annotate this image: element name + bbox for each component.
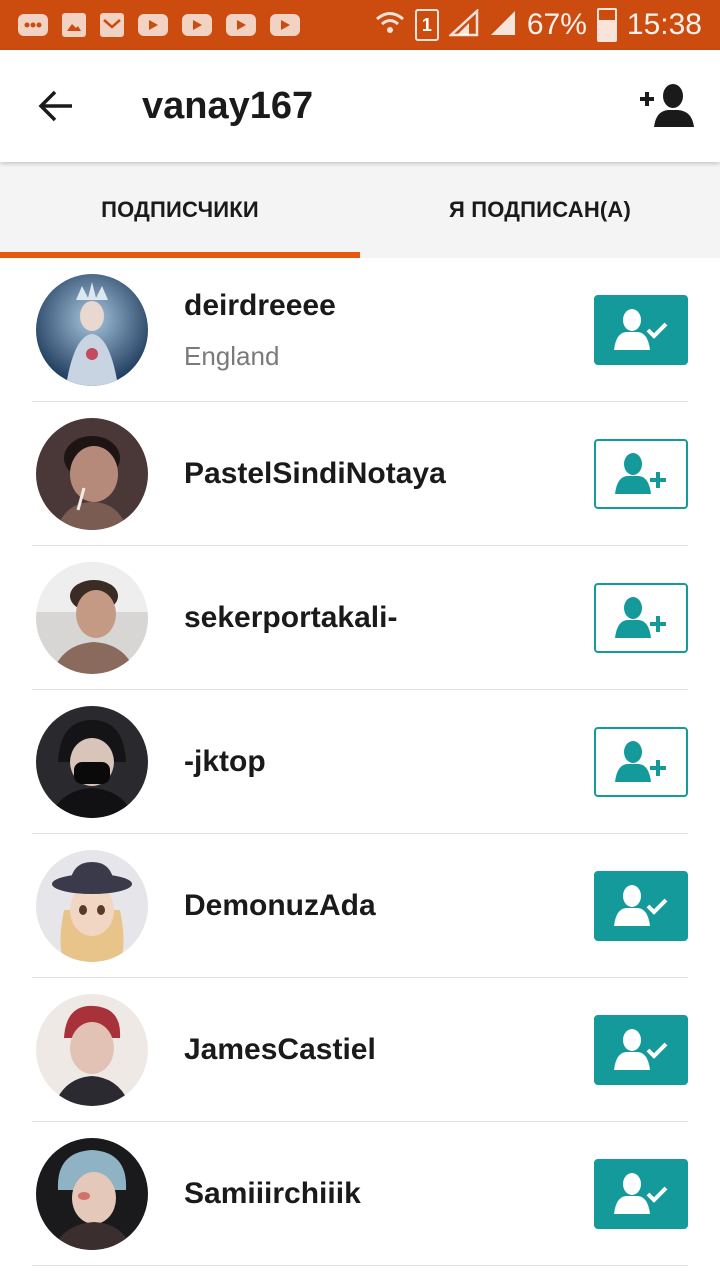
username[interactable]: deirdreeee <box>184 289 336 323</box>
user-info: JamesCastiel <box>184 1033 376 1067</box>
avatar[interactable] <box>36 562 148 674</box>
username[interactable]: sekerportakali- <box>184 601 397 635</box>
list-item[interactable]: PastelSindiNotaya <box>0 402 720 546</box>
status-bar: 1 67% 15:38 <box>0 0 720 50</box>
battery-percent: 67% <box>526 8 587 41</box>
avatar[interactable] <box>36 994 148 1106</box>
tab-following[interactable]: Я ПОДПИСАН(А) <box>360 162 720 258</box>
follow-button[interactable] <box>594 439 688 509</box>
list-item[interactable]: DemonuzAda <box>0 834 720 978</box>
user-plus-icon <box>615 741 666 782</box>
youtube-icon <box>270 14 300 36</box>
user-info: deirdreeee England <box>184 289 336 372</box>
username[interactable]: -jktop <box>184 745 266 779</box>
follow-button[interactable] <box>594 727 688 797</box>
user-info: PastelSindiNotaya <box>184 457 446 491</box>
youtube-icon <box>138 14 168 36</box>
user-check-icon <box>614 1173 668 1214</box>
tab-bar: ПОДПИСЧИКИ Я ПОДПИСАН(А) <box>0 162 720 258</box>
avatar[interactable] <box>36 418 148 530</box>
username[interactable]: Samiiirchiiik <box>184 1177 361 1211</box>
following-button[interactable] <box>594 295 688 365</box>
wifi-icon <box>375 9 405 42</box>
add-user-icon <box>640 84 694 127</box>
app-header: vanay167 <box>0 50 720 162</box>
user-info: -jktop <box>184 745 266 779</box>
followers-list: deirdreeee England PastelSindiNotaya sek… <box>0 258 720 1266</box>
signal-icon <box>447 7 479 42</box>
list-item[interactable]: sekerportakali- <box>0 546 720 690</box>
username[interactable]: DemonuzAda <box>184 889 376 923</box>
user-check-icon <box>614 1029 668 1070</box>
user-check-icon <box>614 885 668 926</box>
user-plus-icon <box>615 597 666 638</box>
list-item[interactable]: JamesCastiel <box>0 978 720 1122</box>
following-button[interactable] <box>594 1159 688 1229</box>
system-icons: 1 67% 15:38 <box>375 7 720 42</box>
list-item[interactable]: Samiiirchiiik <box>0 1122 720 1266</box>
avatar[interactable] <box>36 274 148 386</box>
username[interactable]: JamesCastiel <box>184 1033 376 1067</box>
youtube-icon <box>182 14 212 36</box>
list-item[interactable]: deirdreeee England <box>0 258 720 402</box>
user-check-icon <box>614 309 668 350</box>
youtube-icon <box>226 14 256 36</box>
follow-button[interactable] <box>594 583 688 653</box>
battery-icon <box>596 8 617 42</box>
avatar[interactable] <box>36 1138 148 1250</box>
username[interactable]: PastelSindiNotaya <box>184 457 446 491</box>
avatar[interactable] <box>36 706 148 818</box>
add-friend-button[interactable] <box>638 76 698 136</box>
avatar[interactable] <box>36 850 148 962</box>
gmail-icon <box>100 13 124 37</box>
messenger-icon <box>18 14 48 36</box>
user-location: England <box>184 340 280 371</box>
following-button[interactable] <box>594 1015 688 1085</box>
user-info: DemonuzAda <box>184 889 376 923</box>
tab-followers[interactable]: ПОДПИСЧИКИ <box>0 162 360 258</box>
signal-icon <box>489 9 517 42</box>
user-info: Samiiirchiiik <box>184 1177 361 1211</box>
back-button[interactable] <box>26 76 86 136</box>
user-plus-icon <box>615 453 666 494</box>
arrow-left-icon <box>38 90 72 122</box>
clock: 15:38 <box>626 8 702 41</box>
list-item[interactable]: -jktop <box>0 690 720 834</box>
gallery-icon <box>62 13 86 37</box>
sim-slot-indicator: 1 <box>414 9 439 41</box>
following-button[interactable] <box>594 871 688 941</box>
notification-icons <box>0 13 300 37</box>
user-info: sekerportakali- <box>184 601 397 635</box>
page-title: vanay167 <box>142 84 314 127</box>
